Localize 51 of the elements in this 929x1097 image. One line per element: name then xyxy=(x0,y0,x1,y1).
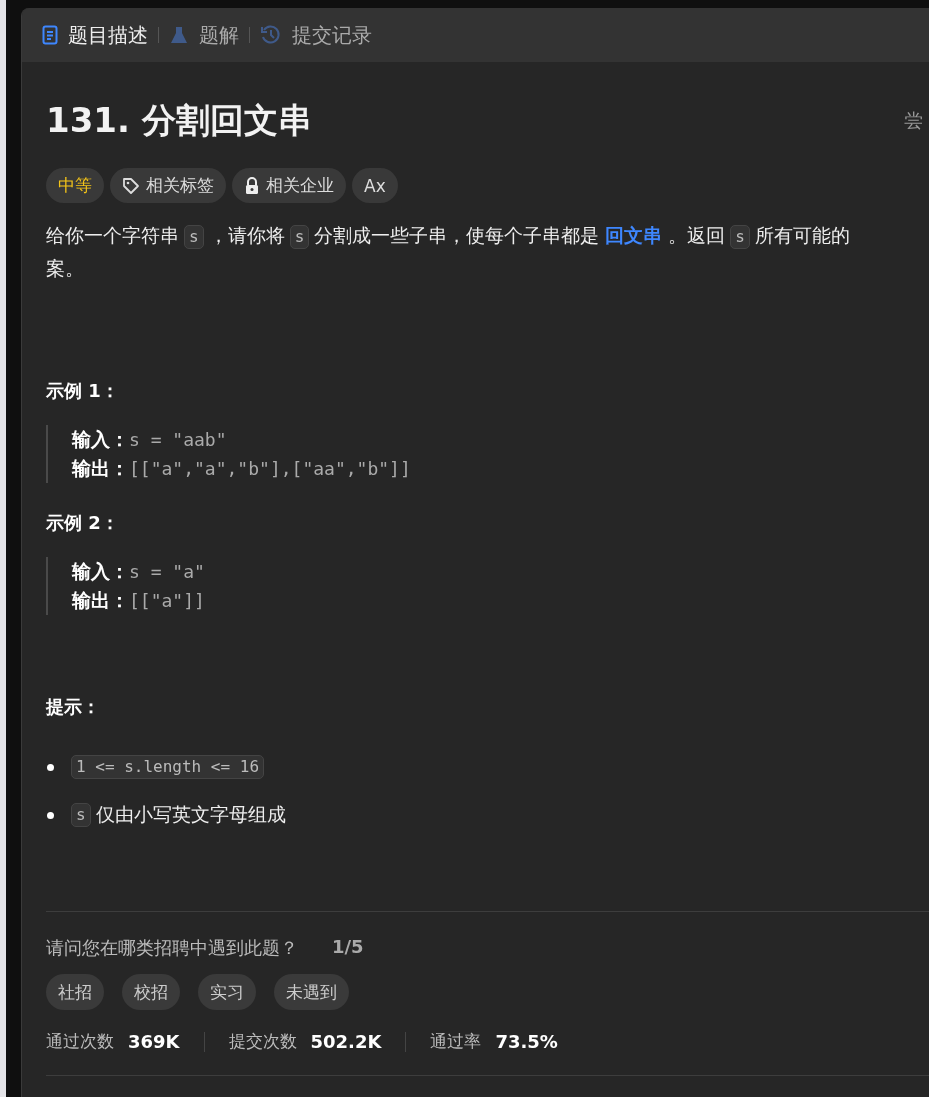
hint-text: 仅由小写英文字母组成 xyxy=(95,802,286,827)
companies-chip[interactable]: 相关企业 xyxy=(232,168,346,203)
document-icon xyxy=(42,25,58,45)
description-text: 所有可能的 xyxy=(754,224,850,246)
inline-code: 1 <= s.length <= 16 xyxy=(71,755,265,779)
example-label: 输入： xyxy=(72,560,129,582)
stat-label: 通过次数 xyxy=(46,1030,114,1053)
stat-label: 通过率 xyxy=(430,1030,482,1053)
stat-value: 369K xyxy=(128,1031,180,1052)
inline-code: s xyxy=(71,803,91,827)
stat-label: 提交次数 xyxy=(228,1030,297,1053)
survey-question: 请问您在哪类招聘中遇到此题？ xyxy=(46,936,298,960)
tab[interactable]: 题目描述 xyxy=(68,21,148,49)
history-icon xyxy=(260,24,282,46)
inline-code: s xyxy=(289,225,310,249)
lock-icon xyxy=(244,176,260,195)
tag-icon xyxy=(122,176,140,195)
description-text: 案。 xyxy=(46,257,84,279)
flask-icon xyxy=(169,25,189,45)
example-value: [["a","a","b"],["aa","b"]] xyxy=(129,458,411,479)
example-value: [["a"]] xyxy=(129,590,205,611)
example-label: 输入： xyxy=(72,428,129,450)
hints-title: 提示： xyxy=(46,695,101,719)
tab[interactable]: 题解 xyxy=(199,21,239,49)
description-text: ，请你将 xyxy=(208,224,285,246)
example-value: s = "aab" xyxy=(129,429,227,450)
survey-option[interactable]: 社招 xyxy=(46,974,104,1010)
example-value: s = "a" xyxy=(129,561,205,582)
bullet-dot xyxy=(47,811,54,819)
survey-option[interactable]: 实习 xyxy=(198,974,256,1010)
tags-chip[interactable]: 相关标签 xyxy=(110,168,226,203)
example-title: 示例 1： xyxy=(46,379,120,403)
description-text: 分割成一些子串，使每个子串都是 xyxy=(314,224,600,246)
example-label: 输出： xyxy=(72,457,129,479)
stat-value: 73.5% xyxy=(495,1031,558,1052)
difficulty-badge: 中等 xyxy=(46,168,104,203)
try-label[interactable]: 尝 xyxy=(904,108,923,134)
description-text: 给你一个字符串 xyxy=(46,224,179,246)
example-label: 输出： xyxy=(72,589,129,611)
inline-code: s xyxy=(184,225,204,249)
inline-code: s xyxy=(730,225,750,249)
problem-title: 131. 分割回文串 xyxy=(46,99,312,142)
stat-value: 502.2K xyxy=(310,1031,382,1052)
example-title: 示例 2： xyxy=(46,511,120,535)
bullet-dot xyxy=(47,763,54,771)
description-text: 。返回 xyxy=(668,224,726,246)
translate-button[interactable]: Ax xyxy=(352,168,398,203)
tab[interactable]: 提交记录 xyxy=(292,21,372,49)
survey-option[interactable]: 校招 xyxy=(122,974,180,1010)
survey-option[interactable]: 未遇到 xyxy=(274,974,349,1010)
term-link[interactable]: 回文串 xyxy=(605,224,663,246)
